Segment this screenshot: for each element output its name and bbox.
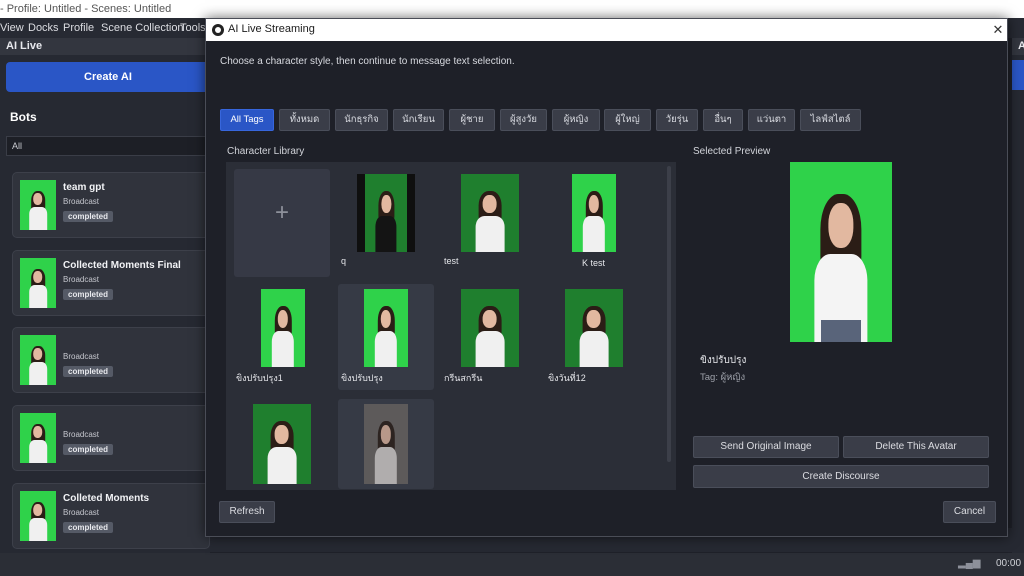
character-name: test — [444, 256, 459, 266]
bot-avatar — [20, 335, 56, 385]
bot-type: Broadcast — [63, 352, 100, 361]
bot-type: Broadcast — [63, 197, 100, 206]
right-dock-button[interactable] — [1012, 60, 1024, 90]
selected-preview-label: Selected Preview — [693, 146, 771, 157]
tag-chip[interactable]: ผู้สูงวัย — [500, 109, 547, 131]
character-thumb[interactable] — [461, 289, 519, 367]
status-badge: completed — [63, 444, 114, 455]
tag-chip[interactable]: นักธุรกิจ — [335, 109, 388, 131]
bot-name: Collected Moments Final — [63, 260, 181, 271]
close-icon[interactable]: ✕ — [990, 21, 1006, 39]
character-name: กรีนสกรีน — [444, 373, 483, 383]
ai-live-streaming-dialog: AI Live Streaming ✕ Choose a character s… — [205, 18, 1008, 537]
bot-avatar — [20, 180, 56, 230]
tag-chip[interactable]: ทั้งหมด — [279, 109, 330, 131]
tag-all-tags[interactable]: All Tags — [220, 109, 274, 131]
menu-tools[interactable]: Tools — [180, 22, 206, 34]
dock-header: AI Live — [0, 38, 210, 55]
status-badge: completed — [63, 522, 114, 533]
tag-chip[interactable]: ผู้หญิง — [552, 109, 600, 131]
window-title: - Profile: Untitled - Scenes: Untitled — [0, 3, 172, 15]
status-badge: completed — [63, 366, 114, 377]
bot-card[interactable]: Broadcast completed — [12, 327, 210, 393]
status-badge: completed — [63, 289, 114, 300]
bot-avatar — [20, 258, 56, 308]
bot-name: team gpt — [63, 182, 105, 193]
app-logo-icon — [212, 24, 224, 36]
bot-card[interactable]: team gpt Broadcast completed — [12, 172, 210, 238]
menu-view[interactable]: View — [0, 22, 24, 34]
tag-chip[interactable]: ไลฟ์สไตล์ — [800, 109, 861, 131]
dialog-titlebar: AI Live Streaming ✕ — [206, 19, 1007, 41]
status-badge: completed — [63, 211, 114, 222]
character-thumb[interactable] — [364, 289, 408, 367]
character-thumb[interactable] — [461, 174, 519, 252]
character-thumb[interactable] — [364, 404, 408, 484]
bots-filter-select[interactable]: All — [6, 136, 210, 156]
menu-docks[interactable]: Docks — [28, 22, 59, 34]
right-dock-header: A — [1012, 38, 1024, 55]
character-name: K test — [582, 258, 606, 268]
ai-live-dock: AI Live Create AI Bots All team gpt Broa… — [0, 38, 210, 553]
character-thumb[interactable] — [357, 174, 415, 252]
menu-profile[interactable]: Profile — [63, 22, 94, 34]
cancel-button[interactable]: Cancel — [943, 501, 996, 523]
send-original-image-button[interactable]: Send Original Image — [693, 436, 839, 458]
status-bar: ▂▄▆ 00:00 — [0, 553, 1024, 576]
stream-timer: 00:00 — [996, 558, 1022, 569]
create-discourse-button[interactable]: Create Discourse — [693, 465, 989, 488]
tag-chip[interactable]: แว่นตา — [748, 109, 795, 131]
character-thumb[interactable] — [565, 289, 623, 367]
bot-avatar — [20, 413, 56, 463]
bot-type: Broadcast — [63, 430, 100, 439]
add-character-button[interactable]: + — [234, 169, 330, 277]
right-dock: A — [1012, 38, 1024, 553]
create-ai-button[interactable]: Create AI — [6, 62, 210, 92]
bot-name: Colleted Moments — [63, 493, 150, 504]
character-name: ขิงวันที่12 — [548, 373, 586, 383]
dock-title: AI Live — [6, 40, 43, 52]
instruction-text: Choose a character style, then continue … — [220, 56, 515, 67]
signal-icon: ▂▄▆ — [958, 558, 981, 569]
bot-card[interactable]: Broadcast completed — [12, 405, 210, 471]
bot-avatar — [20, 491, 56, 541]
window-titlebar: - Profile: Untitled - Scenes: Untitled — [0, 0, 1024, 18]
refresh-button[interactable]: Refresh — [219, 501, 275, 523]
character-name: q — [341, 256, 347, 266]
selected-character-name: ขิงปรับปรุง — [700, 355, 747, 366]
character-thumb[interactable] — [572, 174, 616, 252]
tag-chip[interactable]: ผู้ใหญ่ — [604, 109, 651, 131]
bot-card[interactable]: Colleted Moments Broadcast completed — [12, 483, 210, 549]
bot-type: Broadcast — [63, 275, 100, 284]
library-scrollbar[interactable] — [667, 166, 671, 462]
bot-type: Broadcast — [63, 508, 100, 517]
tag-chip[interactable]: นักเรียน — [393, 109, 444, 131]
menu-scene-collection[interactable]: Scene Collection — [101, 22, 184, 34]
tag-chip[interactable]: ผู้ชาย — [449, 109, 495, 131]
character-name: ขิงปรับปรุง — [341, 373, 383, 383]
character-thumb[interactable] — [261, 289, 305, 367]
plus-icon: + — [274, 199, 289, 226]
bot-card[interactable]: Collected Moments Final Broadcast comple… — [12, 250, 210, 316]
bots-heading: Bots — [10, 110, 37, 124]
character-thumb[interactable] — [253, 404, 311, 484]
tag-chip[interactable]: อื่นๆ — [703, 109, 743, 131]
delete-avatar-button[interactable]: Delete This Avatar — [843, 436, 989, 458]
dialog-title: AI Live Streaming — [228, 23, 315, 35]
tag-chip[interactable]: วัยรุ่น — [656, 109, 698, 131]
selected-preview-image — [790, 162, 892, 342]
selected-character-tag: Tag: ผู้หญิง — [700, 372, 746, 383]
character-name: ขิงปรับปรุง1 — [236, 373, 283, 383]
character-library-label: Character Library — [227, 146, 305, 157]
